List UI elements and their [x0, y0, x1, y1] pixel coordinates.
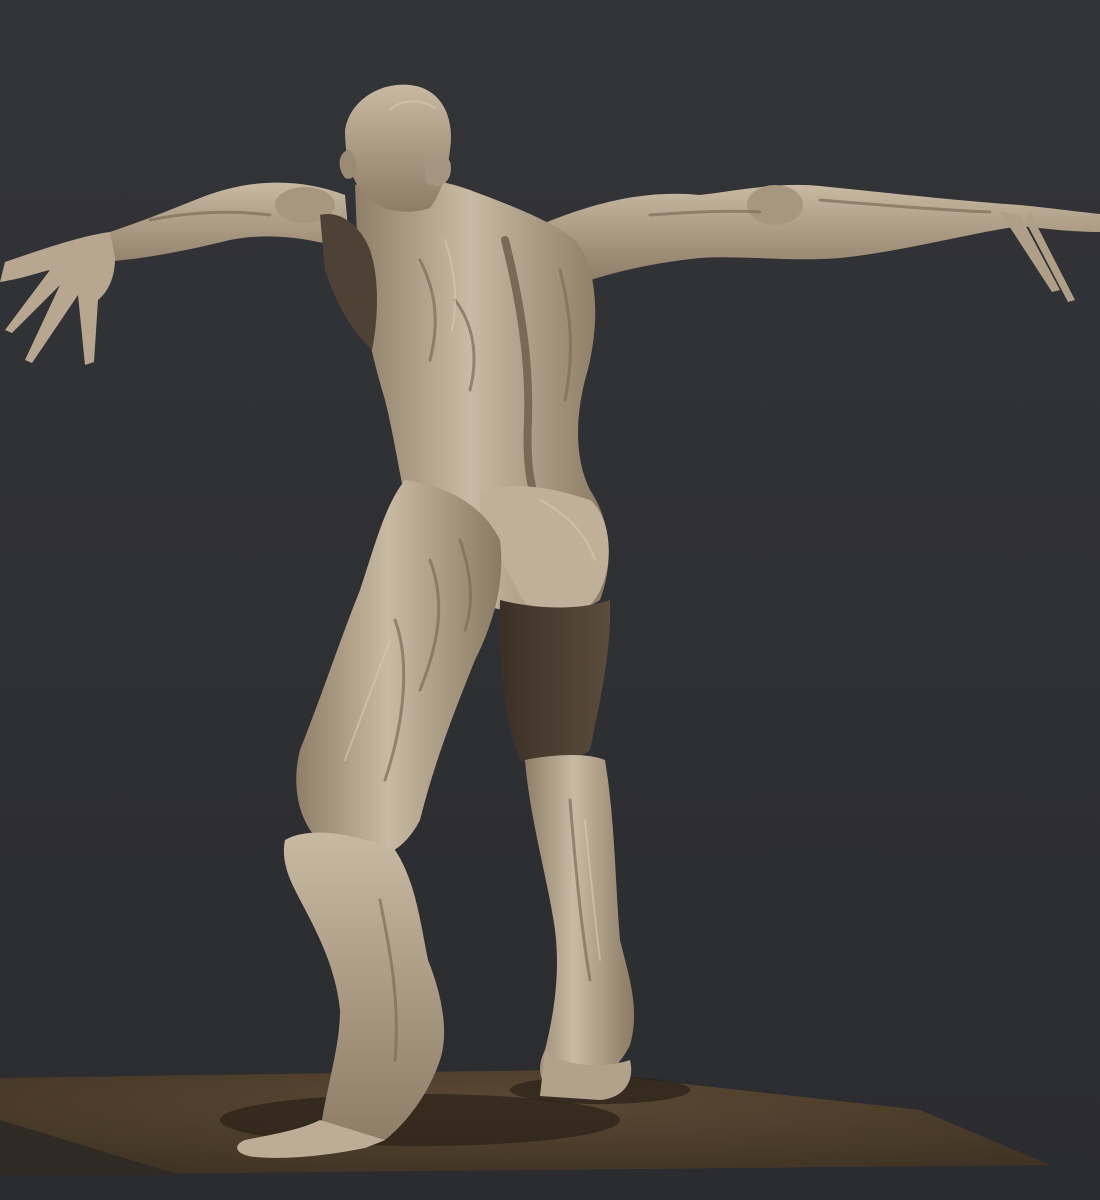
creature-sculpture-render — [0, 0, 1100, 1200]
right-elbow-knot — [747, 185, 803, 225]
sculpt-viewport[interactable] — [0, 0, 1100, 1200]
